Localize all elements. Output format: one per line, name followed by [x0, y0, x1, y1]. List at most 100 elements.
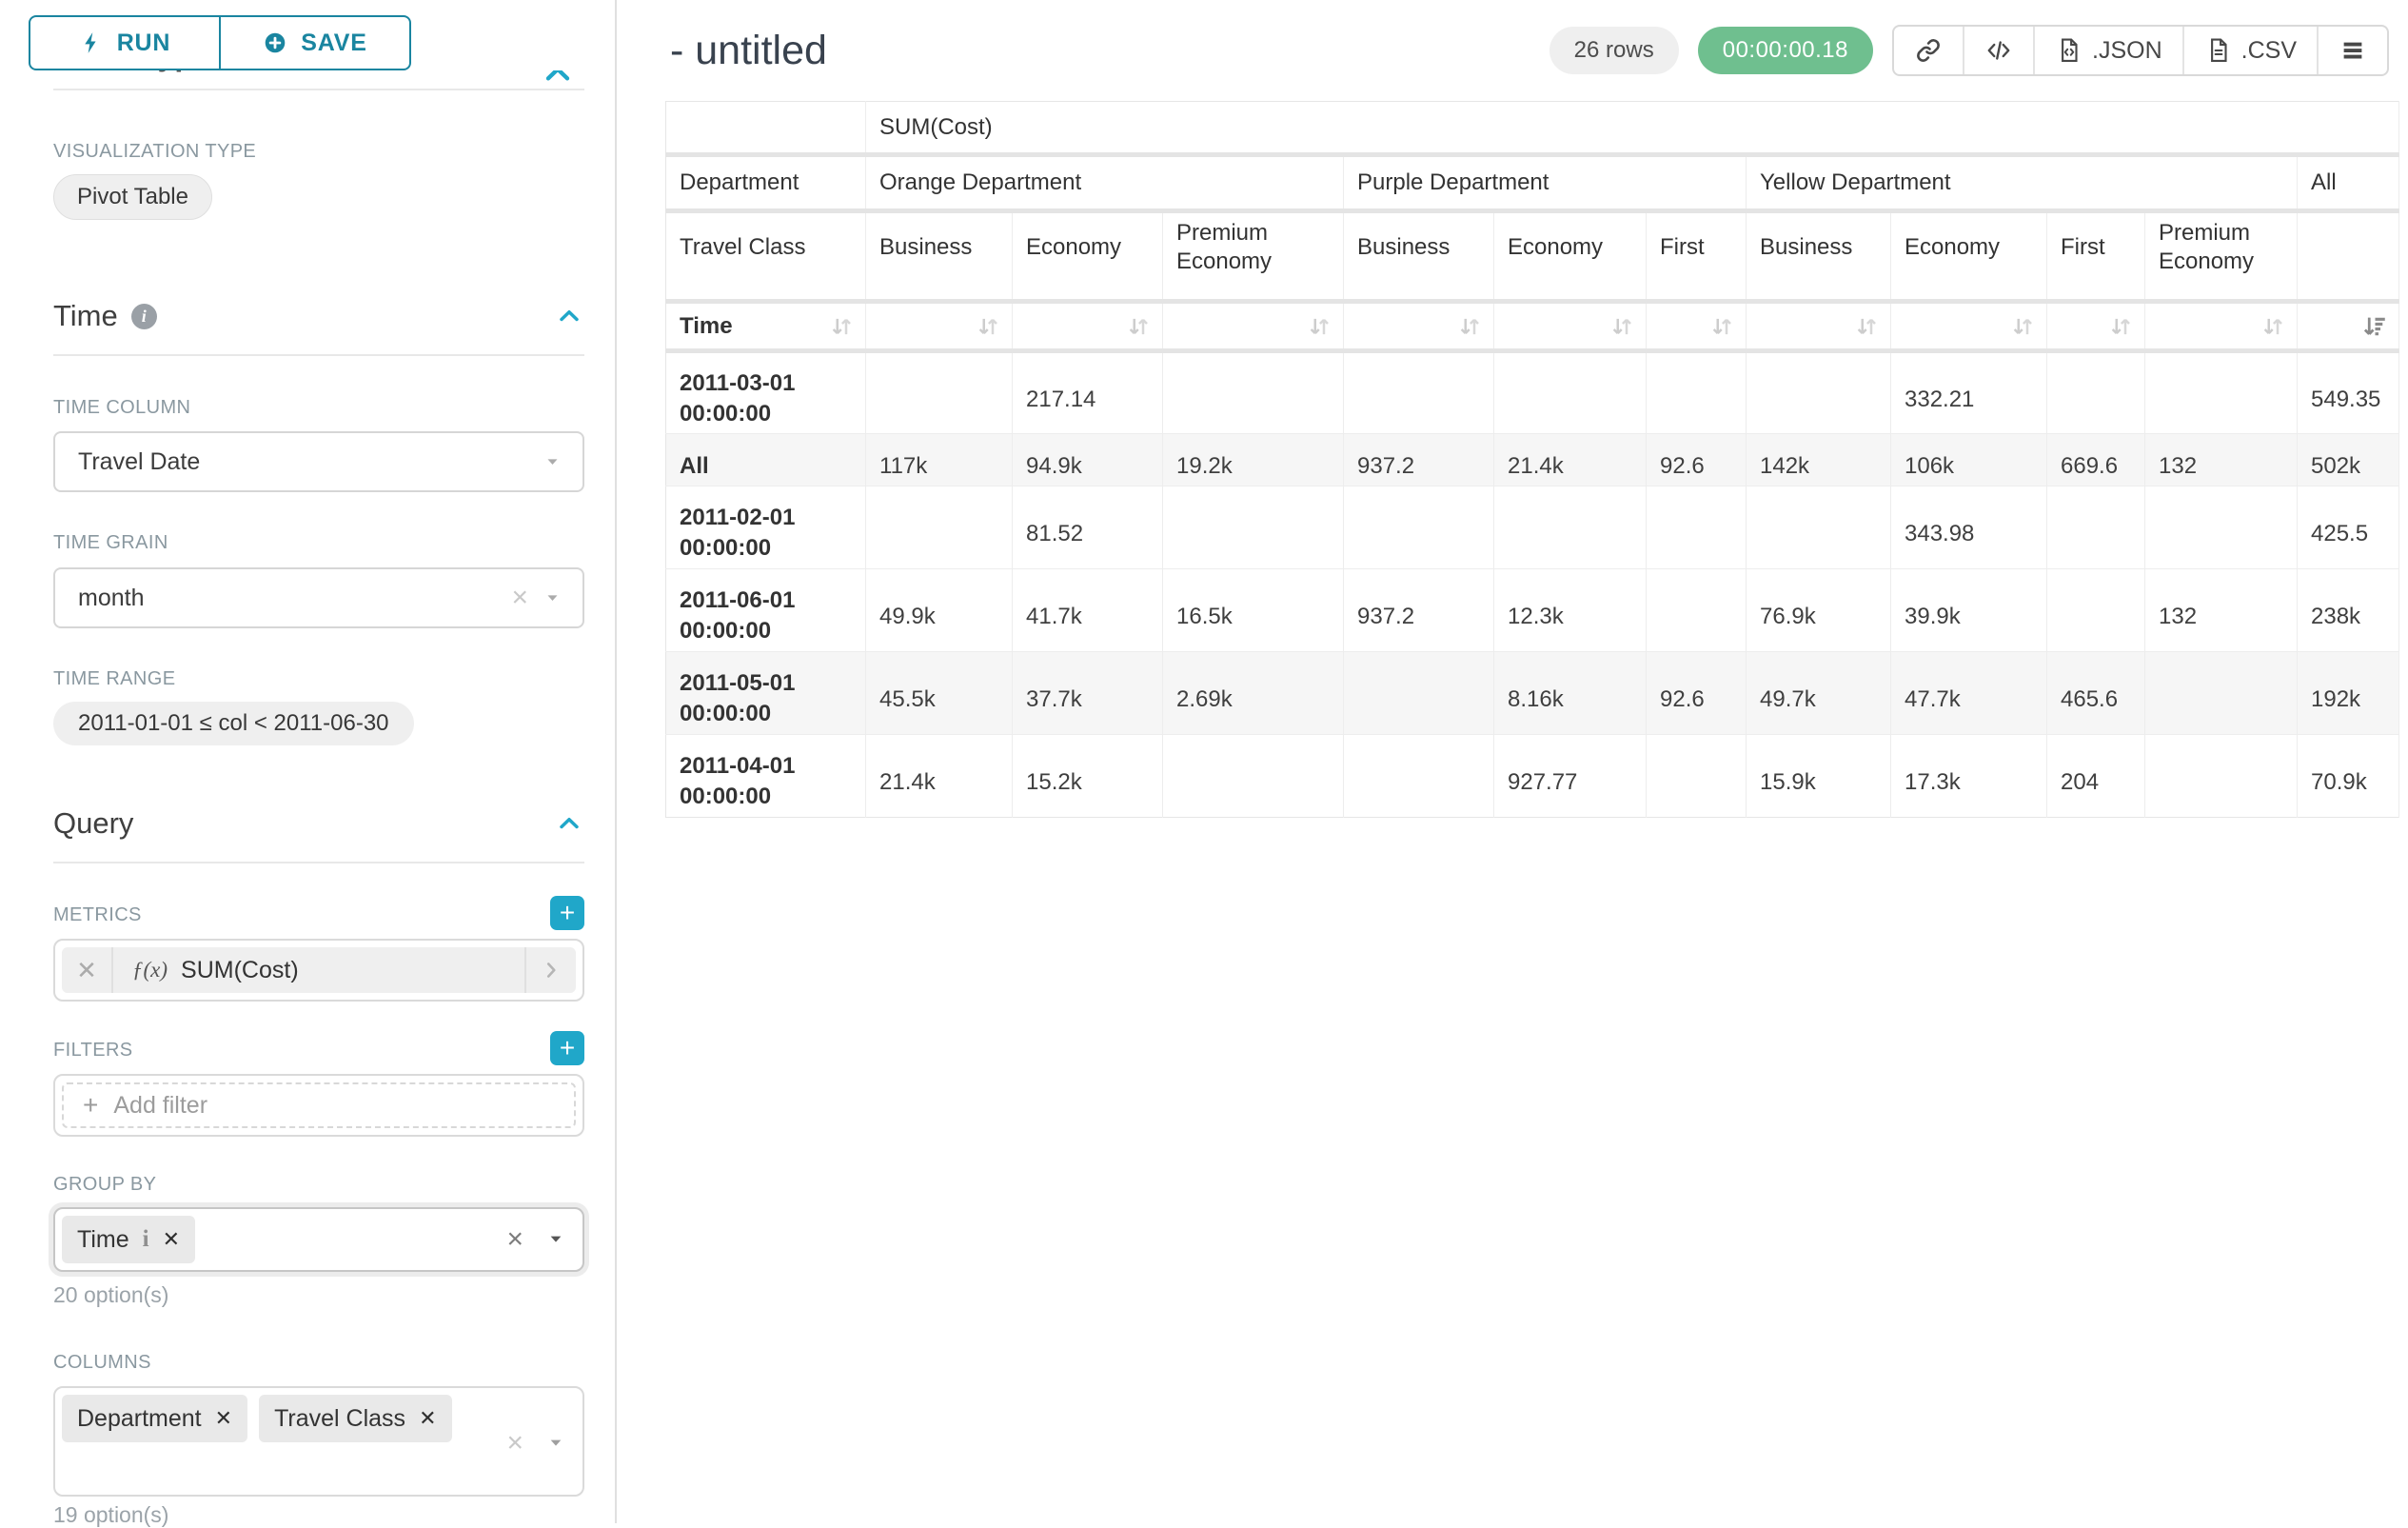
pivot-table-container: SUM(Cost)DepartmentOrange DepartmentPurp…	[665, 101, 2389, 818]
columns-tag[interactable]: Travel Class	[259, 1395, 451, 1442]
filters-label: FILTERS	[53, 1040, 133, 1062]
export-json-button[interactable]: .JSON	[2033, 27, 2182, 74]
value-cell: 425.5	[2298, 486, 2399, 569]
add-filter-button[interactable]	[550, 1031, 584, 1065]
chart-title[interactable]: - untitled	[670, 28, 827, 74]
hamburger-icon	[2339, 36, 2367, 65]
add-metric-button[interactable]	[550, 896, 584, 930]
value-cell: 204	[2047, 735, 2145, 818]
chevron-up-icon[interactable]	[554, 301, 584, 331]
group-by-tag[interactable]: Time	[62, 1216, 195, 1263]
remove-tag-icon[interactable]	[163, 1227, 180, 1252]
value-cell: 21.4k	[866, 735, 1013, 818]
value-cell: 16.5k	[1163, 569, 1344, 652]
sort-arrows-icon[interactable]	[827, 312, 856, 341]
metric-pill[interactable]: ƒ(x) SUM(Cost)	[62, 947, 576, 993]
time-column-select[interactable]: Travel Date	[53, 431, 584, 492]
time-range-pill[interactable]: 2011-01-01 ≤ col < 2011-06-30	[53, 702, 414, 745]
sort-arrows-icon[interactable]	[2106, 312, 2135, 341]
header-controls: 26 rows 00:00:00.18 .JSON .CSV	[1549, 25, 2389, 76]
sort-arrows-icon[interactable]	[1707, 312, 1736, 341]
table-row: 2011-05-01 00:00:0045.5k37.7k2.69k8.16k9…	[666, 652, 2399, 735]
value-cell	[866, 351, 1013, 434]
sort-arrows-icon[interactable]	[2008, 312, 2037, 341]
export-json-label: .JSON	[2092, 37, 2162, 65]
value-cell	[1747, 486, 1891, 569]
sort-arrows-icon[interactable]	[1455, 312, 1484, 341]
sort-arrows-icon[interactable]	[1852, 312, 1881, 341]
columns-tag[interactable]: Department	[62, 1395, 247, 1442]
sort-cell	[1747, 302, 1891, 351]
viz-type-pill[interactable]: Pivot Table	[53, 174, 212, 220]
caret-down-icon[interactable]	[545, 591, 560, 605]
file-code-icon	[2055, 36, 2083, 65]
time-grain-value: month	[78, 585, 144, 612]
row-axis-label-cell: Time	[666, 302, 866, 351]
value-cell	[2047, 351, 2145, 434]
chevron-up-icon[interactable]	[554, 808, 584, 839]
pivot-corner-cell	[666, 102, 866, 155]
group-by-select[interactable]: Time	[53, 1207, 584, 1272]
row-count-badge: 26 rows	[1549, 27, 1679, 74]
travel-class-header	[2298, 211, 2399, 302]
metric-value: SUM(Cost)	[181, 957, 299, 984]
sort-arrows-icon[interactable]	[2259, 312, 2287, 341]
value-cell: 937.2	[1344, 434, 1494, 486]
menu-button[interactable]	[2317, 27, 2387, 74]
value-cell	[1647, 735, 1747, 818]
sort-desc-bars-icon[interactable]	[2360, 312, 2389, 341]
value-cell: 8.16k	[1494, 652, 1647, 735]
remove-tag-icon[interactable]	[215, 1406, 232, 1431]
section-divider	[53, 862, 584, 863]
sort-arrows-icon[interactable]	[974, 312, 1002, 341]
value-cell: 927.77	[1494, 735, 1647, 818]
chevron-right-icon[interactable]	[524, 947, 576, 993]
value-cell: 81.52	[1013, 486, 1163, 569]
remove-tag-icon[interactable]	[419, 1406, 436, 1431]
value-cell	[2145, 351, 2298, 434]
subcolumn-axis-label: Travel Class	[666, 211, 866, 302]
value-cell: 41.7k	[1013, 569, 1163, 652]
group-by-label: GROUP BY	[53, 1174, 156, 1196]
copy-link-button[interactable]	[1894, 27, 1963, 74]
save-button[interactable]: SAVE	[219, 17, 409, 69]
tag-label: Time	[77, 1226, 129, 1254]
plus-circle-icon	[263, 30, 287, 55]
caret-down-icon[interactable]	[545, 455, 560, 469]
value-cell	[1344, 351, 1494, 434]
value-cell	[2047, 569, 2145, 652]
run-button[interactable]: RUN	[30, 17, 219, 69]
sort-arrows-icon[interactable]	[1608, 312, 1636, 341]
export-csv-button[interactable]: .CSV	[2182, 27, 2317, 74]
time-grain-select[interactable]: month	[53, 567, 584, 628]
value-cell: 142k	[1747, 434, 1891, 486]
value-cell	[1163, 735, 1344, 818]
add-filter-dropzone[interactable]: Add filter	[62, 1082, 576, 1128]
caret-down-icon[interactable]	[548, 1232, 563, 1247]
group-by-options-count: 20 option(s)	[53, 1282, 168, 1308]
value-cell: 15.9k	[1747, 735, 1891, 818]
clear-x-icon[interactable]	[511, 584, 528, 612]
sort-cell	[2145, 302, 2298, 351]
chart-area: - untitled 26 rows 00:00:00.18 .JSON .CS…	[619, 0, 2408, 1523]
time-range-label: TIME RANGE	[53, 668, 175, 690]
caret-down-icon[interactable]	[548, 1436, 563, 1451]
department-group-header: Orange Department	[866, 155, 1344, 211]
sort-cell	[2298, 302, 2399, 351]
sort-arrows-icon[interactable]	[1305, 312, 1333, 341]
remove-metric-icon[interactable]	[62, 947, 113, 993]
value-cell: 92.6	[1647, 434, 1747, 486]
query-section-header: Query	[53, 806, 584, 841]
embed-code-button[interactable]	[1963, 27, 2033, 74]
value-cell: 937.2	[1344, 569, 1494, 652]
clear-x-icon[interactable]	[506, 1429, 523, 1458]
travel-class-header: First	[2047, 211, 2145, 302]
metrics-label: METRICS	[53, 904, 142, 926]
sort-cell	[1647, 302, 1747, 351]
value-cell: 45.5k	[866, 652, 1013, 735]
columns-select[interactable]: Department Travel Class	[53, 1386, 584, 1497]
sort-cell	[1163, 302, 1344, 351]
clear-x-icon[interactable]	[506, 1225, 523, 1254]
value-cell: 76.9k	[1747, 569, 1891, 652]
sort-arrows-icon[interactable]	[1124, 312, 1153, 341]
